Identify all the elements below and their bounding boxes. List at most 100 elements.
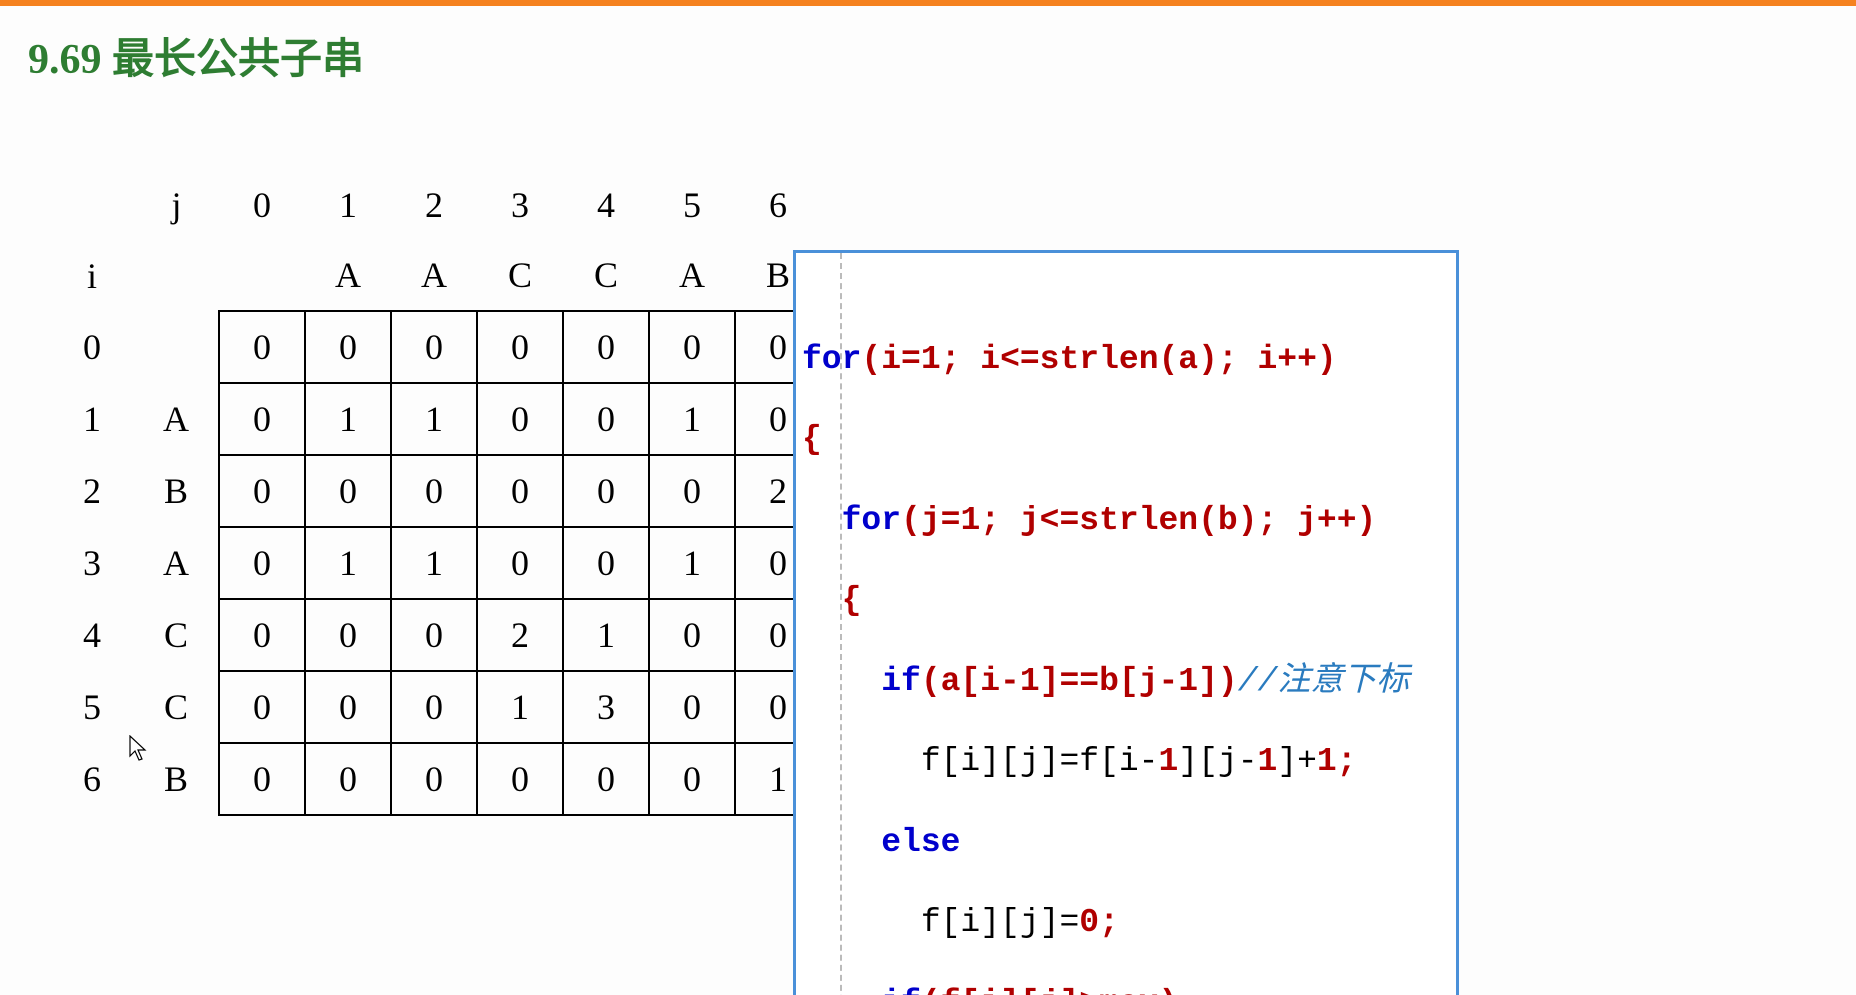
table-row: j 0 1 2 3 4 5 6 [50,170,821,240]
cell: 0 [219,455,305,527]
row-char: B [134,743,219,815]
row-char: A [134,383,219,455]
cell: 1 [305,527,391,599]
code-line: if(a[i-1]==b[j-1])//注意下标 [802,662,1450,702]
code-text: ]) [1198,663,1238,700]
cell: 0 [305,311,391,383]
cell: 0 [477,527,563,599]
cell: 1 [391,383,477,455]
i-label: i [50,240,134,311]
table-row: 3 A 0 1 1 0 0 1 0 [50,527,821,599]
row-char: C [134,599,219,671]
col-char: C [563,240,649,311]
cell: 0 [219,527,305,599]
row-index: 6 [50,743,134,815]
row-index: 1 [50,383,134,455]
cell: 1 [649,383,735,455]
cell: 0 [219,743,305,815]
cell: 0 [649,599,735,671]
code-line: f[i][j]=0; [802,903,1450,943]
code-text: 1 [1020,663,1040,700]
col-char: A [305,240,391,311]
row-index: 5 [50,671,134,743]
table-row: i A A C C A B [50,240,821,311]
cell: 0 [649,743,735,815]
col-index: 2 [391,170,477,240]
cell: 0 [649,671,735,743]
code-text: ; [1337,743,1357,780]
code-comment: //注意下标 [1238,663,1410,700]
cell: 0 [563,311,649,383]
table-row: 4 C 0 0 0 2 1 0 0 [50,599,821,671]
col-index: 4 [563,170,649,240]
cell: 1 [305,383,391,455]
cell: 0 [219,311,305,383]
code-text: ; [1099,904,1119,941]
table-row: 0 0 0 0 0 0 0 0 [50,311,821,383]
row-char [134,311,219,383]
row-char: A [134,527,219,599]
col-char: A [649,240,735,311]
code-text: ]+ [1277,743,1317,780]
brace: { [802,421,822,458]
code-text: (i= [861,341,920,378]
code-line: f[i][j]=f[i-1][j-1]+1; [802,742,1450,782]
cell: 0 [391,599,477,671]
cell: 0 [649,311,735,383]
cell: 0 [477,743,563,815]
row-char: C [134,671,219,743]
code-line: if(f[i][j]>max) [802,984,1450,995]
code-text: 1 [1158,743,1178,780]
code-box: for(i=1; i<=strlen(a); i++) { for(j=1; j… [793,250,1459,995]
code-text: 1 [960,502,980,539]
heading-number: 9.69 [28,37,102,83]
page: 9.69 最长公共子串 j 0 1 2 3 4 5 6 i A [0,0,1856,995]
col-index: 3 [477,170,563,240]
table-row: 2 B 0 0 0 0 0 0 2 [50,455,821,527]
row-index: 3 [50,527,134,599]
cell: 0 [477,311,563,383]
code-line: else [802,823,1450,863]
cell: 0 [391,455,477,527]
cell: 0 [477,383,563,455]
top-accent-bar [0,0,1856,6]
code-line: { [802,420,1450,460]
brace: { [842,582,862,619]
heading-text: 最长公共子串 [112,37,364,83]
cell: 0 [563,383,649,455]
kw-for: for [802,341,861,378]
code-line: for(j=1; j<=strlen(b); j++) [802,501,1450,541]
dp-table: j 0 1 2 3 4 5 6 i A A C C A B [50,170,822,816]
col-index: 0 [219,170,305,240]
col-index: 5 [649,170,735,240]
cell: 0 [219,599,305,671]
kw-if: if [881,985,921,995]
code-text: ; i<=strlen(a); i++) [941,341,1337,378]
cell: 0 [477,455,563,527]
code-text: 1 [921,341,941,378]
code-text: 1 [1258,743,1278,780]
row-index: 2 [50,455,134,527]
kw-else: else [881,824,960,861]
kw-if: if [881,663,921,700]
cell: 0 [305,743,391,815]
cell: 1 [477,671,563,743]
cell: 0 [563,455,649,527]
code-text: f[i][j]= [921,904,1079,941]
code-text: ][j- [1178,743,1257,780]
code-text: ]==b[j- [1040,663,1179,700]
table-row: 1 A 0 1 1 0 0 1 0 [50,383,821,455]
col-char: A [391,240,477,311]
cell: 0 [305,599,391,671]
code-text: (f[i][j]>max) [921,985,1178,995]
cell: 0 [391,311,477,383]
cell: 0 [563,527,649,599]
code-text: 0 [1079,904,1099,941]
code-text: (a[i- [921,663,1020,700]
cell: 0 [563,743,649,815]
cell: 0 [649,455,735,527]
col-index: 1 [305,170,391,240]
kw-for: for [842,502,901,539]
table-row: 6 B 0 0 0 0 0 0 1 [50,743,821,815]
code-text: f[i][j]=f[i- [921,743,1159,780]
